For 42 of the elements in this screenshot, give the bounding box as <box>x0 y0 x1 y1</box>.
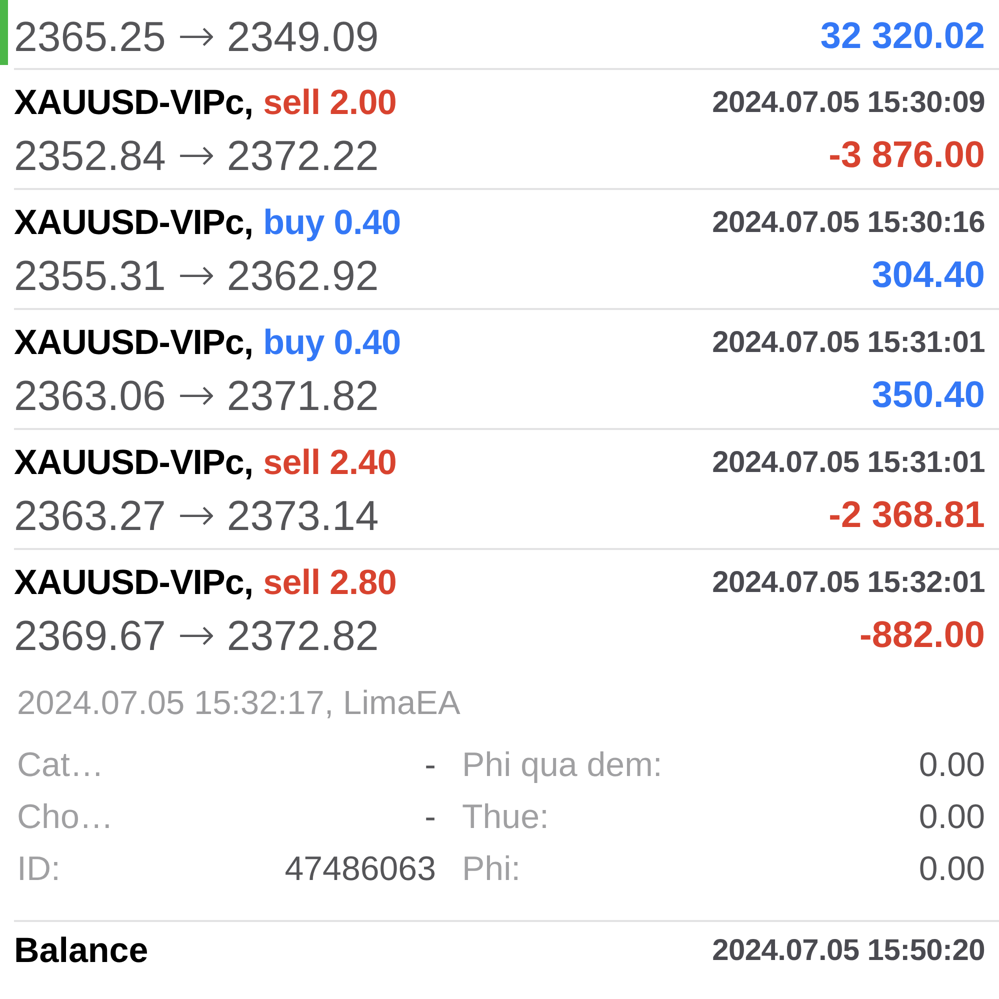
profit-amount: 304.40 <box>872 254 985 296</box>
price-range: 2352.84 → 2372.22 <box>14 132 379 178</box>
profit-amount: -2 368.81 <box>828 494 985 536</box>
symbol-label: XAUUSD-VIPc, <box>14 563 254 603</box>
price-range: 2369.67 → 2372.82 <box>14 612 379 658</box>
field-label: Phi qua dem: <box>462 745 664 786</box>
order-label: sell 2.80 <box>263 563 397 603</box>
field-value: 0.00 <box>918 745 985 786</box>
profit-amount: -882.00 <box>860 614 985 656</box>
field-label: Phi: <box>462 849 522 890</box>
field-label: Thue: <box>462 797 550 838</box>
order-label: sell 2.00 <box>263 83 397 123</box>
price-range: 2355.31 → 2362.92 <box>14 252 379 298</box>
order-label: buy 0.40 <box>263 323 401 363</box>
symbol-label: XAUUSD-VIPc, <box>14 203 254 243</box>
profit-amount: -3 876.00 <box>828 134 985 176</box>
balance-time: 2024.07.05 15:50:20 <box>712 934 985 968</box>
symbol-label: XAUUSD-VIPc, <box>14 443 254 483</box>
field-label: Cho… <box>17 797 114 838</box>
details-header: 2024.07.05 15:32:17, LimaEA <box>16 684 462 724</box>
symbol-label: XAUUSD-VIPc, <box>14 83 254 123</box>
field-value: - <box>424 745 436 786</box>
price-range: 2363.06 → 2371.82 <box>14 372 379 418</box>
price-range: 2365.25 → 2349.09 <box>14 12 379 60</box>
profit-amount: 350.40 <box>872 374 985 416</box>
price-range: 2363.27 → 2373.14 <box>14 492 379 538</box>
order-label: sell 2.40 <box>263 443 397 483</box>
trade-time: 2024.07.05 15:31:01 <box>712 326 985 360</box>
field-value: 0.00 <box>918 797 985 838</box>
field-label: ID: <box>17 849 62 890</box>
field-label: Cat… <box>17 745 105 786</box>
trade-time: 2024.07.05 15:31:01 <box>712 446 985 480</box>
profit-amount: 32 320.02 <box>820 15 985 57</box>
field-value: - <box>424 797 436 838</box>
balance-label: Balance <box>14 931 148 971</box>
trade-time: 2024.07.05 15:32:01 <box>712 566 985 600</box>
symbol-label: XAUUSD-VIPc, <box>14 323 254 363</box>
order-label: buy 0.40 <box>263 203 401 243</box>
trade-time: 2024.07.05 15:30:09 <box>712 86 985 120</box>
trade-time: 2024.07.05 15:30:16 <box>712 206 985 240</box>
field-value: 47486063 <box>284 849 436 890</box>
field-value: 0.00 <box>918 849 985 890</box>
